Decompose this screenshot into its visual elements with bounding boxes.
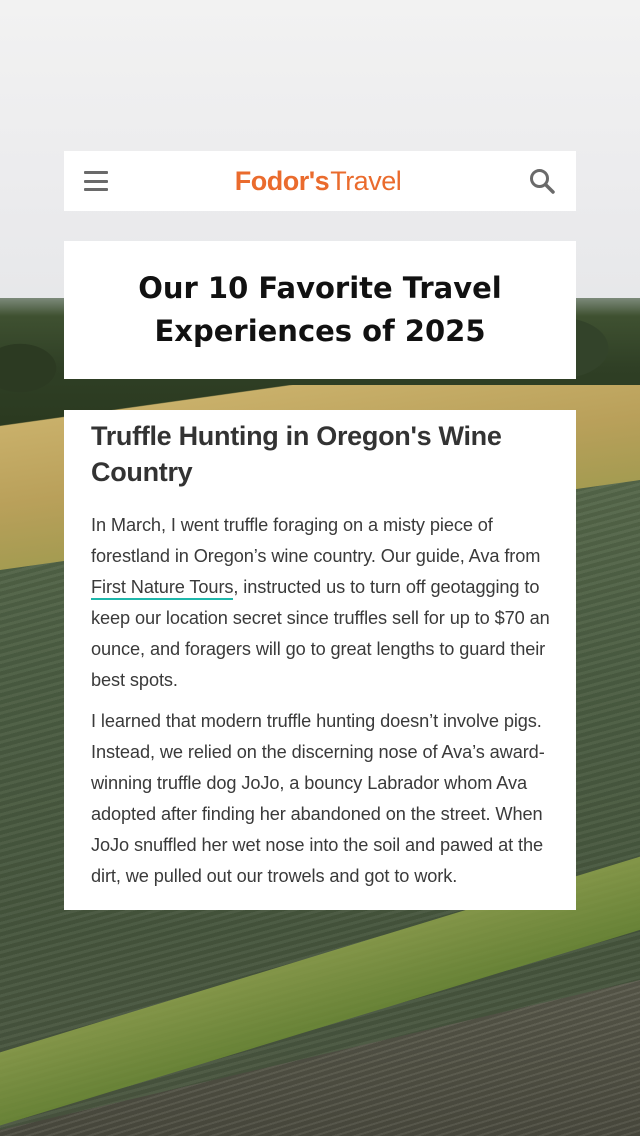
- logo-brand: Fodor's: [234, 165, 330, 196]
- page-title: Our 10 Favorite Travel Experiences of 20…: [138, 271, 502, 348]
- hamburger-menu-icon[interactable]: [84, 171, 108, 191]
- p1-text-before: In March, I went truffle foraging on a m…: [91, 515, 541, 566]
- title-card: Our 10 Favorite Travel Experiences of 20…: [64, 241, 576, 379]
- site-header: Fodor's Travel: [64, 151, 576, 211]
- article-card: Truffle Hunting in Oregon's Wine Country…: [64, 410, 576, 910]
- search-icon[interactable]: [528, 167, 556, 195]
- fodors-travel-logo[interactable]: Fodor's Travel: [234, 165, 402, 197]
- first-nature-tours-link[interactable]: First Nature Tours: [91, 577, 234, 600]
- article-paragraph-2: I learned that modern truffle hunting do…: [91, 711, 545, 886]
- article-paragraph-1: In March, I went truffle foraging on a m…: [91, 510, 564, 696]
- logo-sub: Travel: [330, 165, 402, 196]
- article-heading: Truffle Hunting in Oregon's Wine Country: [91, 421, 502, 487]
